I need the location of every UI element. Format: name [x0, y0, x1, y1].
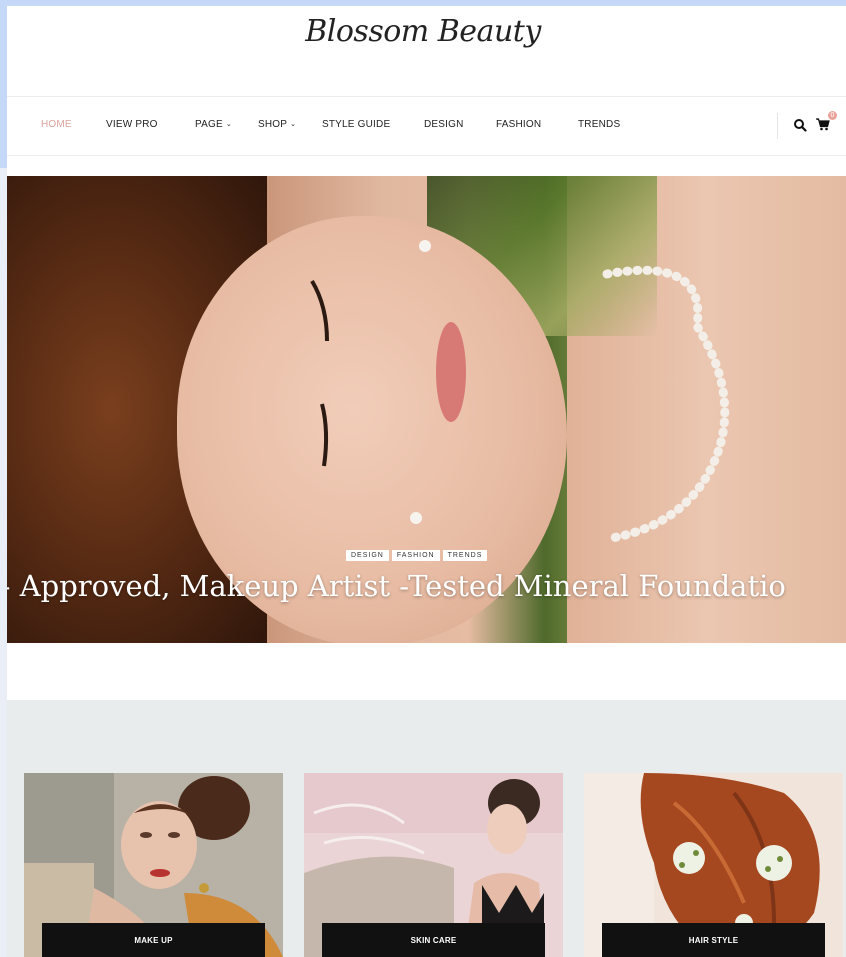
nav-item-view-pro[interactable]: VIEW PRO — [106, 119, 158, 130]
hero-title[interactable]: n- Approved, Makeup Artist -Tested Miner… — [7, 569, 846, 603]
category-section: MAKE UP SKIN CARE HAIR STYLE — [7, 700, 846, 957]
browser-frame-top — [0, 0, 846, 6]
nav-item-style-guide[interactable]: STYLE GUIDE — [322, 119, 390, 130]
chevron-down-icon: ⌄ — [290, 121, 297, 128]
category-label-skin-care: SKIN CARE — [322, 923, 545, 957]
nav-item-label: PAGE — [195, 119, 223, 130]
nav-item-label: STYLE GUIDE — [322, 119, 391, 130]
hero-tag-design[interactable]: DESIGN — [346, 550, 389, 561]
nav-item-label: VIEW PRO — [106, 119, 158, 130]
chevron-down-icon: ⌄ — [225, 121, 232, 128]
nav-item-home[interactable]: HOME — [41, 119, 72, 130]
nav-item-label: DESIGN — [424, 119, 464, 130]
category-label-hair-style: HAIR STYLE — [602, 923, 825, 957]
nav-item-label: HOME — [41, 119, 72, 130]
category-label-make-up: MAKE UP — [42, 923, 265, 957]
cart-icon[interactable] — [815, 117, 831, 131]
nav-divider — [777, 113, 778, 139]
hero-tag-list: DESIGN FASHION TRENDS — [346, 544, 490, 562]
hero-slider[interactable]: DESIGN FASHION TRENDS n- Approved, Makeup … — [7, 176, 846, 643]
site-logo[interactable]: Blossom Beauty — [0, 14, 846, 49]
cart-count-badge: 0 — [828, 111, 837, 120]
search-icon[interactable] — [793, 118, 807, 132]
hero-tag-trends[interactable]: TRENDS — [442, 550, 488, 561]
hero-tag-fashion[interactable]: FASHION — [391, 550, 440, 561]
nav-item-trends[interactable]: TRENDS — [578, 119, 620, 130]
browser-frame-left-lower — [0, 168, 7, 957]
nav-item-shop[interactable]: SHOP ⌄ — [258, 119, 296, 130]
nav-item-label: FASHION — [496, 119, 542, 130]
nav-item-label: SHOP — [258, 119, 288, 130]
nav-item-fashion[interactable]: FASHION — [496, 119, 541, 130]
nav-item-page[interactable]: PAGE ⌄ — [195, 119, 232, 130]
nav-item-label: TRENDS — [578, 119, 621, 130]
main-navigation: HOME VIEW PRO PAGE ⌄ SHOP ⌄ STYLE GUIDE DE… — [7, 96, 846, 156]
nav-item-design[interactable]: DESIGN — [424, 119, 464, 130]
category-card-skin-care[interactable]: SKIN CARE — [304, 773, 563, 957]
category-card-hair-style[interactable]: HAIR STYLE — [584, 773, 843, 957]
category-card-make-up[interactable]: MAKE UP — [24, 773, 283, 957]
